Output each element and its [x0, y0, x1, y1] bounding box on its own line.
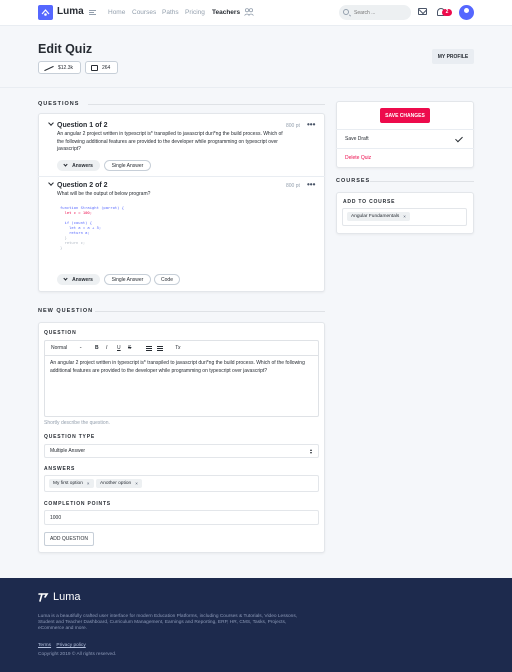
more-icon[interactable]: •••: [307, 181, 315, 189]
question-type-tag[interactable]: Code: [154, 274, 180, 285]
people-icon[interactable]: [244, 8, 254, 16]
top-navbar: Luma Home Courses Paths Pricing Teachers…: [0, 0, 512, 26]
question-type-select[interactable]: Multiple Answer: [44, 444, 319, 458]
my-profile-button[interactable]: MY PROFILE: [432, 49, 474, 64]
chevron-down-icon[interactable]: ⌄: [79, 344, 82, 349]
italic-button[interactable]: I: [106, 345, 107, 351]
add-to-course-label: ADD TO COURSE: [343, 199, 396, 205]
select-arrows-icon: ▴ ▾: [310, 447, 313, 455]
nav-link-teachers[interactable]: Teachers: [212, 9, 240, 16]
question-type-label: QUESTION TYPE: [44, 434, 95, 440]
earnings-value: $12.3k: [58, 64, 74, 71]
card-divider: [336, 129, 474, 130]
footer-brand: Luma: [53, 591, 81, 603]
completion-points-input[interactable]: [44, 510, 319, 525]
terms-link[interactable]: Terms: [38, 643, 51, 648]
course-tag-label: Angular Fundamentals: [351, 214, 400, 219]
add-question-button[interactable]: ADD QUESTION: [44, 532, 94, 546]
format-select[interactable]: Normal: [51, 345, 67, 351]
menu-icon[interactable]: [89, 10, 96, 15]
question-title[interactable]: Question 2 of 2: [57, 182, 108, 189]
bold-button[interactable]: B: [95, 345, 99, 351]
luma-logo-icon: [38, 593, 49, 602]
question-points: 800 pt: [286, 123, 300, 129]
answers-toggle[interactable]: Answers: [57, 274, 100, 285]
answer-tag: My first option ×: [49, 479, 94, 488]
close-icon[interactable]: ×: [87, 481, 90, 486]
more-icon[interactable]: •••: [307, 121, 315, 129]
chevron-down-icon: [63, 276, 68, 281]
search-icon[interactable]: [343, 9, 349, 15]
question-type-tag[interactable]: Single Answer: [104, 160, 151, 171]
copyright: Copyright 2019 © All rights reserved.: [38, 652, 117, 657]
question-title[interactable]: Question 1 of 2: [57, 122, 108, 129]
trend-icon: [44, 65, 54, 71]
count-chip: 264: [85, 61, 118, 74]
answer-tag: Another option ×: [96, 479, 142, 488]
section-divider: [95, 311, 325, 312]
privacy-link[interactable]: Privacy policy: [56, 643, 85, 648]
nav-link-pricing[interactable]: Pricing: [185, 9, 205, 16]
code-snippet: function Straight (parrot) { let c = 100…: [60, 205, 124, 250]
section-divider: [370, 181, 474, 182]
box-icon: [91, 64, 98, 71]
answers-label: Answers: [72, 162, 93, 169]
count-value: 264: [102, 64, 111, 71]
footer-description: Luma is a beautifully crafted user inter…: [38, 614, 298, 632]
toolbar-divider: [44, 355, 319, 356]
question-type-tag[interactable]: Single Answer: [104, 274, 151, 285]
page-title: Edit Quiz: [38, 42, 93, 56]
brand-name[interactable]: Luma: [57, 6, 84, 17]
bullet-list-icon[interactable]: [157, 346, 163, 351]
answers-label: ANSWERS: [44, 466, 76, 472]
search-input[interactable]: [354, 8, 404, 18]
answers-label: Answers: [72, 276, 93, 283]
code-line: return c;: [60, 240, 86, 245]
delete-quiz-item[interactable]: Delete Quiz: [345, 155, 371, 161]
luma-logo[interactable]: [38, 5, 53, 20]
answers-toggle[interactable]: Answers: [57, 160, 100, 171]
chevron-down-icon: [63, 162, 68, 167]
section-divider: [88, 104, 325, 105]
notification-badge: 2: [442, 9, 452, 16]
card-divider: [336, 148, 474, 149]
question-hint: Shortly describe the question.: [44, 420, 110, 426]
code-line: let c = 100;: [60, 210, 93, 215]
completion-points-label: COMPLETION POINTS: [44, 501, 111, 507]
strike-button[interactable]: S: [128, 345, 131, 351]
clear-format-icon[interactable]: Tx: [175, 345, 181, 351]
code-line: }: [60, 245, 63, 250]
ordered-list-icon[interactable]: [146, 346, 152, 351]
courses-section-title: COURSES: [336, 178, 371, 184]
close-icon[interactable]: ×: [403, 214, 406, 219]
question-editor[interactable]: [44, 340, 319, 417]
question-points: 800 pt: [286, 183, 300, 189]
close-icon[interactable]: ×: [135, 481, 138, 486]
underline-button[interactable]: U: [117, 345, 121, 351]
questions-section-title: QUESTIONS: [38, 101, 80, 107]
earnings-chip: $12.3k: [38, 61, 81, 74]
editor-content[interactable]: An angular 2 project written in typescri…: [50, 360, 314, 375]
nav-link-paths[interactable]: Paths: [162, 9, 179, 16]
footer-links: Terms Privacy policy: [38, 643, 90, 648]
answer-tag-label: My first option: [53, 481, 83, 486]
avatar[interactable]: [459, 5, 474, 20]
answer-tag-label: Another option: [100, 481, 132, 486]
mail-icon[interactable]: [418, 8, 427, 15]
nav-link-courses[interactable]: Courses: [132, 9, 156, 16]
new-question-section-title: NEW QUESTION: [38, 308, 94, 314]
course-tag: Angular Fundamentals ×: [347, 212, 410, 221]
nav-link-home[interactable]: Home: [108, 9, 125, 16]
question-divider: [38, 176, 325, 177]
question-text: What will be the output of below program…: [57, 191, 151, 197]
question-label: QUESTION: [44, 330, 77, 336]
question-text: An angular 2 project written in typescri…: [57, 131, 283, 152]
save-changes-button[interactable]: SAVE CHANGES: [380, 108, 430, 123]
save-draft-item[interactable]: Save Draft: [345, 136, 369, 142]
